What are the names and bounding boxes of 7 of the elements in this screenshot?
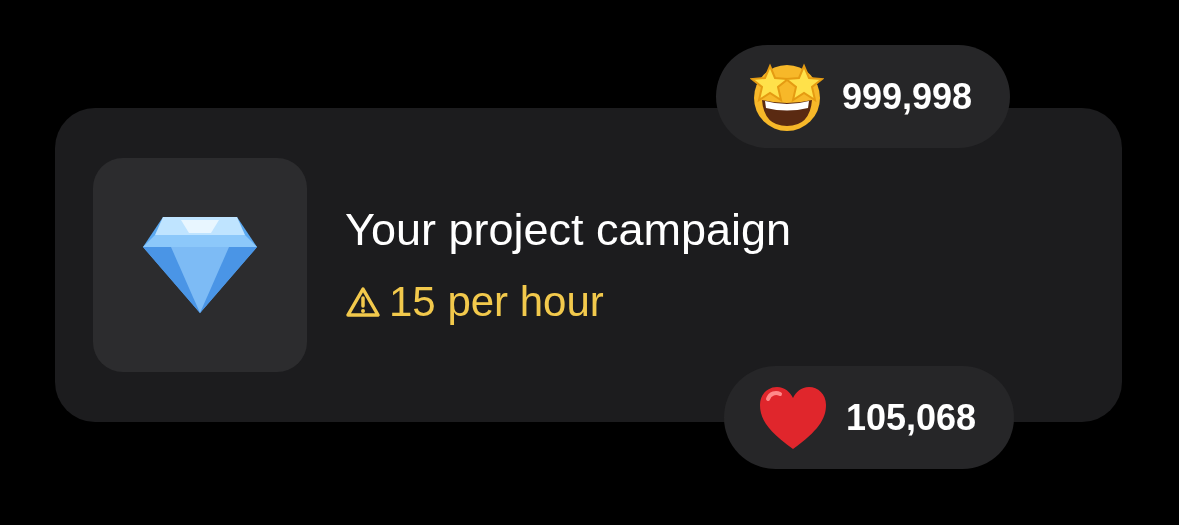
- diamond-icon: [141, 215, 259, 315]
- count-text: 999,998: [842, 75, 973, 118]
- campaign-title: Your project campaign: [345, 204, 792, 256]
- warning-icon: [345, 286, 381, 318]
- heart-icon: [758, 384, 828, 451]
- rate-text: 15 per hour: [389, 278, 604, 326]
- count-text: 105,068: [846, 396, 977, 439]
